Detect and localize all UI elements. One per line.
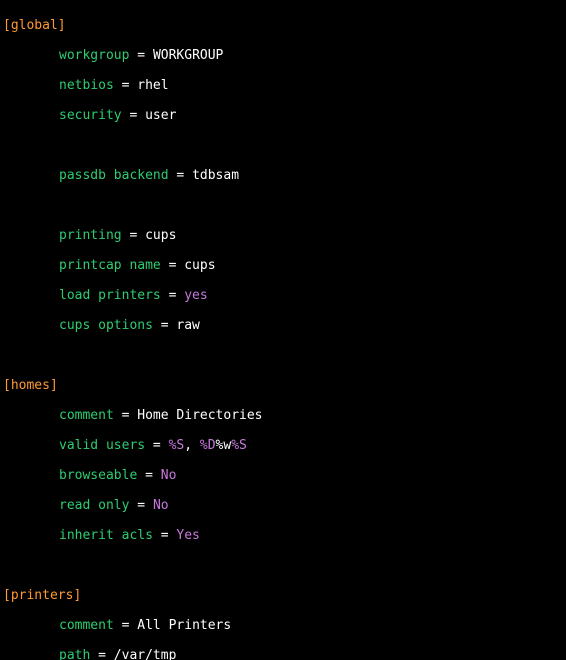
key-h-readonly: read only xyxy=(59,498,129,513)
val-validusers-w: %w xyxy=(216,438,232,453)
val-passdb: tdbsam xyxy=(192,168,239,183)
equals: = xyxy=(90,648,113,660)
val-h-readonly: No xyxy=(153,498,169,513)
key-printing: printing xyxy=(59,228,122,243)
comma: , xyxy=(184,438,200,453)
equals: = xyxy=(169,168,192,183)
equals: = xyxy=(161,288,184,303)
key-h-browseable: browseable xyxy=(59,468,137,483)
equals: = xyxy=(137,468,160,483)
equals: = xyxy=(161,258,184,273)
key-printcap: printcap name xyxy=(59,258,161,273)
val-printing: cups xyxy=(145,228,176,243)
key-netbios: netbios xyxy=(59,78,114,93)
val-validusers-d: %D xyxy=(200,438,216,453)
key-p-comment: comment xyxy=(59,618,114,633)
key-p-path: path xyxy=(59,648,90,660)
section-printers: [printers] xyxy=(3,588,81,603)
val-inherit: Yes xyxy=(176,528,199,543)
equals: = xyxy=(129,48,152,63)
val-p-comment: All Printers xyxy=(137,618,231,633)
equals: = xyxy=(153,318,176,333)
key-inherit: inherit acls xyxy=(59,528,153,543)
key-security: security xyxy=(59,108,122,123)
equals: = xyxy=(122,228,145,243)
section-homes: [homes] xyxy=(3,378,58,393)
val-loadprinters: yes xyxy=(184,288,207,303)
equals: = xyxy=(114,618,137,633)
equals: = xyxy=(129,498,152,513)
val-validusers-s1: %S xyxy=(169,438,185,453)
key-loadprinters: load printers xyxy=(59,288,161,303)
val-cupsoptions: raw xyxy=(176,318,199,333)
val-p-path: /var/tmp xyxy=(114,648,177,660)
val-security: user xyxy=(145,108,176,123)
key-h-comment: comment xyxy=(59,408,114,423)
key-cupsoptions: cups options xyxy=(59,318,153,333)
val-validusers-s2: %S xyxy=(231,438,247,453)
val-h-browseable: No xyxy=(161,468,177,483)
vim-editor[interactable]: [global] workgroup = WORKGROUP netbios =… xyxy=(0,0,566,660)
key-workgroup: workgroup xyxy=(59,48,129,63)
val-workgroup: WORKGROUP xyxy=(153,48,223,63)
val-h-comment: Home Directories xyxy=(137,408,262,423)
equals: = xyxy=(145,438,168,453)
equals: = xyxy=(122,108,145,123)
val-netbios: rhel xyxy=(137,78,168,93)
equals: = xyxy=(114,408,137,423)
equals: = xyxy=(153,528,176,543)
equals: = xyxy=(114,78,137,93)
section-global: [global] xyxy=(3,18,66,33)
key-passdb: passdb backend xyxy=(59,168,169,183)
val-printcap: cups xyxy=(184,258,215,273)
key-validusers: valid users xyxy=(59,438,145,453)
